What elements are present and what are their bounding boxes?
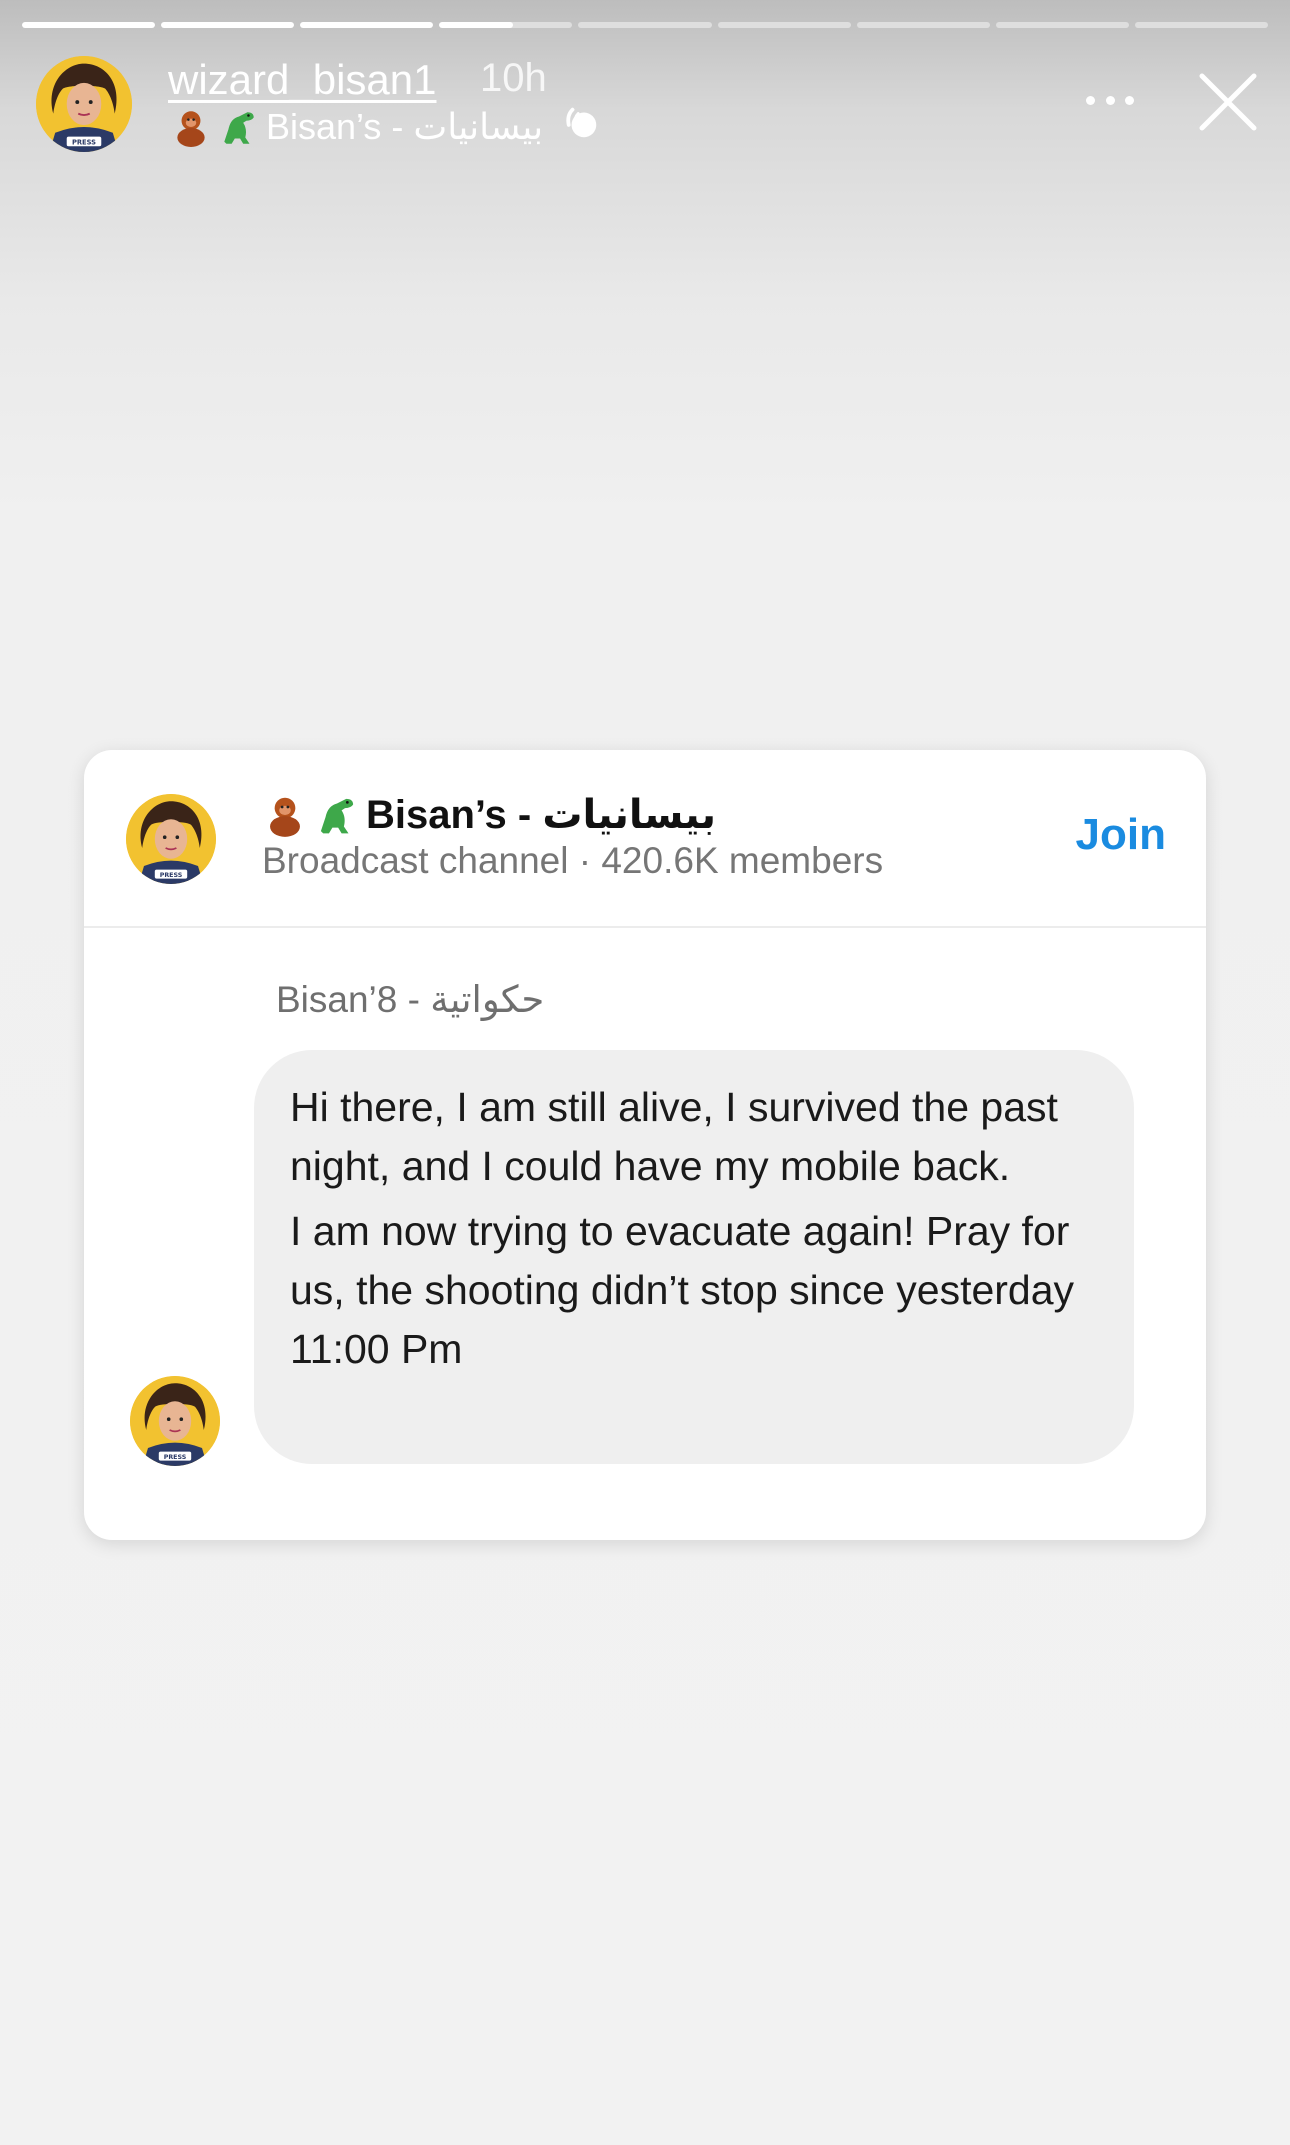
post-time: 10h bbox=[480, 56, 547, 100]
story-progress bbox=[22, 22, 1268, 28]
progress-segment bbox=[578, 22, 712, 28]
message-sender: Bisan’8 - حكواتية bbox=[276, 979, 545, 1020]
message-paragraph: Hi there, I am still alive, I survived t… bbox=[290, 1084, 1058, 1189]
channel-header: PRESS Bisan’s - بيسانيات Broadcast chann… bbox=[84, 750, 1206, 928]
join-button[interactable]: Join bbox=[1076, 810, 1166, 860]
svg-text:PRESS: PRESS bbox=[160, 872, 183, 879]
svg-text:PRESS: PRESS bbox=[72, 138, 96, 146]
progress-segment bbox=[22, 22, 156, 28]
story-channel-label: Bisan’s - بيسانيات bbox=[266, 106, 544, 147]
more-icon[interactable] bbox=[1086, 96, 1134, 108]
message-avatar: PRESS bbox=[130, 1376, 220, 1466]
channel-meta: Broadcast channel · 420.6K members bbox=[262, 840, 884, 881]
progress-segment bbox=[995, 22, 1129, 28]
channel-avatar: PRESS bbox=[126, 794, 216, 884]
dinosaur-icon bbox=[218, 106, 260, 148]
story-channel-link[interactable]: Bisan’s - بيسانيات bbox=[170, 104, 601, 150]
progress-segment-fill bbox=[439, 22, 513, 28]
progress-segment bbox=[439, 22, 573, 28]
username[interactable]: wizard_bisan1 bbox=[168, 56, 437, 104]
progress-segment-fill bbox=[300, 22, 434, 28]
avatar-press-icon: PRESS bbox=[36, 56, 132, 152]
channel-name: Bisan’s - بيسانيات bbox=[262, 788, 716, 842]
progress-segment bbox=[300, 22, 434, 28]
broadcast-channel-icon bbox=[563, 104, 601, 151]
progress-segment-fill bbox=[161, 22, 295, 28]
close-icon[interactable] bbox=[1196, 70, 1260, 134]
avatar[interactable]: PRESS bbox=[36, 56, 132, 152]
svg-text:PRESS: PRESS bbox=[164, 1454, 187, 1461]
progress-segment bbox=[161, 22, 295, 28]
avatar-press-icon: PRESS bbox=[130, 1376, 220, 1466]
progress-segment bbox=[1134, 22, 1268, 28]
orangutan-icon bbox=[262, 792, 308, 838]
dinosaur-icon bbox=[314, 792, 360, 838]
channel-card[interactable]: PRESS Bisan’s - بيسانيات Broadcast chann… bbox=[84, 750, 1206, 1540]
channel-name-text: Bisan’s - بيسانيات bbox=[366, 793, 716, 837]
avatar-press-icon: PRESS bbox=[126, 794, 216, 884]
progress-segment-fill bbox=[22, 22, 156, 28]
progress-segment bbox=[717, 22, 851, 28]
message-bubble: Hi there, I am still alive, I survived t… bbox=[254, 1050, 1134, 1464]
orangutan-icon bbox=[170, 106, 212, 148]
progress-segment bbox=[856, 22, 990, 28]
message-paragraph: I am now trying to evacuate again! Pray … bbox=[290, 1208, 1075, 1372]
